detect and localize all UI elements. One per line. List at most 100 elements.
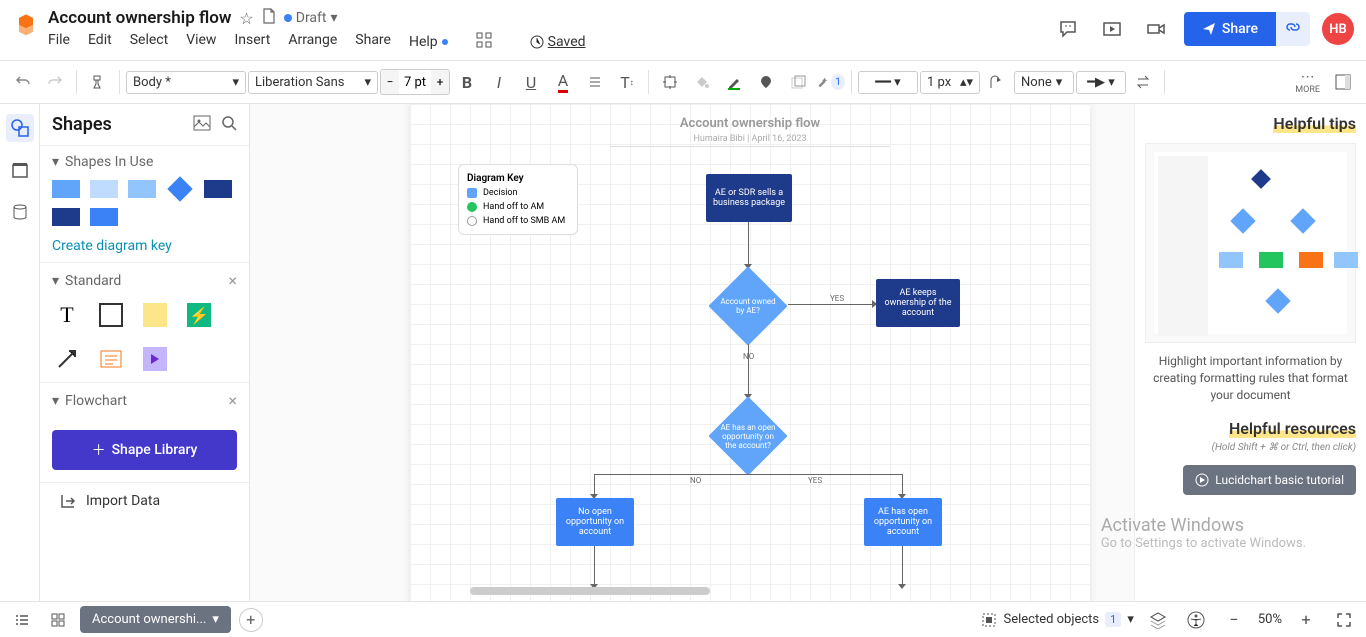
share-button[interactable]: Share	[1184, 12, 1276, 46]
font-size-control[interactable]: − +	[380, 69, 450, 95]
undo-button[interactable]	[8, 67, 38, 97]
fullscreen-icon[interactable]	[1330, 606, 1358, 634]
magic-button[interactable]: 1	[815, 67, 845, 97]
horizontal-scrollbar[interactable]	[470, 587, 710, 595]
flow-node-no-opp[interactable]: No open opportunity on account	[556, 498, 634, 546]
text-color-button[interactable]: A	[548, 67, 578, 97]
zoom-out-button[interactable]: −	[1220, 606, 1248, 634]
accessibility-icon[interactable]	[1182, 606, 1210, 634]
arrow-shape[interactable]	[52, 344, 82, 374]
note-shape[interactable]	[140, 300, 170, 330]
close-icon[interactable]: ×	[228, 271, 237, 290]
action-shape[interactable]: ⚡	[184, 300, 214, 330]
container-rail-icon[interactable]	[6, 156, 34, 184]
video-icon[interactable]	[1140, 13, 1172, 45]
italic-button[interactable]: I	[484, 67, 514, 97]
shadow-button[interactable]	[751, 67, 781, 97]
menu-view[interactable]: View	[186, 32, 216, 52]
shape-library-button[interactable]: ＋ Shape Library	[52, 430, 237, 470]
effects-button[interactable]	[783, 67, 813, 97]
selected-objects[interactable]: Selected objects 1 ▾	[981, 612, 1133, 628]
shape-swatch[interactable]	[204, 180, 232, 198]
swap-button[interactable]	[1128, 67, 1158, 97]
resources-heading: Helpful resources	[1145, 419, 1356, 438]
font-size-input[interactable]	[399, 75, 431, 90]
shapes-in-use-header[interactable]: ▾ Shapes In Use	[52, 154, 237, 170]
move-button[interactable]	[655, 67, 685, 97]
flow-node-start[interactable]: AE or SDR sells a business package	[706, 174, 792, 222]
font-size-increase[interactable]: +	[431, 70, 449, 94]
shape-swatch[interactable]	[128, 180, 156, 198]
shape-swatch[interactable]	[90, 180, 118, 198]
present-icon[interactable]	[1096, 13, 1128, 45]
flow-node-has-opp[interactable]: AE has open opportunity on account	[864, 498, 942, 546]
arrow-end-select[interactable]: ━▶ ▾	[1076, 71, 1126, 94]
tips-thumbnail[interactable]	[1145, 143, 1356, 343]
menu-select[interactable]: Select	[130, 32, 168, 52]
line-width-select[interactable]: 1 px ▴▾	[920, 71, 980, 94]
close-icon[interactable]: ×	[228, 391, 237, 410]
style-select[interactable]: Body *▾	[126, 71, 246, 94]
border-color-button[interactable]	[719, 67, 749, 97]
add-page-button[interactable]: +	[239, 608, 263, 632]
page-tab[interactable]: Account ownershi... ▾	[80, 606, 231, 633]
font-select[interactable]: Liberation Sans▾	[248, 71, 378, 94]
align-button[interactable]	[580, 67, 610, 97]
underline-button[interactable]: U	[516, 67, 546, 97]
text-options-button[interactable]: T↕	[612, 67, 642, 97]
shape-swatch-diamond[interactable]	[167, 176, 192, 201]
format-painter-button[interactable]	[83, 67, 113, 97]
diagram-key-box[interactable]: Diagram Key Decision Hand off to AM Hand…	[458, 164, 578, 235]
fill-button[interactable]	[687, 67, 717, 97]
menu-edit[interactable]: Edit	[88, 32, 112, 52]
layers-icon[interactable]	[1144, 606, 1172, 634]
menu-arrange[interactable]: Arrange	[288, 32, 337, 52]
saved-status[interactable]: Saved	[530, 32, 586, 52]
star-icon[interactable]: ☆	[239, 9, 253, 28]
play-shape[interactable]	[140, 344, 170, 374]
rect-shape[interactable]	[96, 300, 126, 330]
tutorial-button[interactable]: Lucidchart basic tutorial	[1183, 465, 1356, 495]
search-icon[interactable]	[221, 115, 237, 135]
bold-button[interactable]: B	[452, 67, 482, 97]
more-button[interactable]: ⋯MORE	[1295, 69, 1320, 95]
data-rail-icon[interactable]	[6, 198, 34, 226]
share-link-button[interactable]	[1276, 12, 1310, 46]
canvas-page[interactable]: Account ownership flow Humaira Bibi | Ap…	[410, 104, 1090, 601]
flow-decision-1[interactable]: Account owned by AE?	[708, 266, 788, 346]
text-shape[interactable]: T	[52, 300, 82, 330]
menu-share[interactable]: Share	[355, 32, 391, 52]
draft-status[interactable]: Draft ▾	[284, 10, 338, 26]
image-icon[interactable]	[193, 115, 211, 135]
canvas-area[interactable]: Account ownership flow Humaira Bibi | Ap…	[250, 104, 1134, 601]
import-data-button[interactable]: Import Data	[40, 482, 249, 519]
standard-header[interactable]: ▾ Standard×	[52, 271, 237, 290]
list-shape[interactable]	[96, 344, 126, 374]
redo-button[interactable]	[40, 67, 70, 97]
list-view-icon[interactable]	[8, 606, 36, 634]
shape-swatch[interactable]	[52, 208, 80, 226]
line-jump-button[interactable]	[982, 67, 1012, 97]
line-style-select[interactable]: ━━ ▾	[858, 71, 918, 94]
menu-insert[interactable]: Insert	[234, 32, 270, 52]
shape-swatch[interactable]	[90, 208, 118, 226]
shapes-rail-icon[interactable]	[6, 114, 34, 142]
grid-view-icon[interactable]	[44, 606, 72, 634]
shape-swatch[interactable]	[52, 180, 80, 198]
flowchart-header[interactable]: ▾ Flowchart×	[52, 391, 237, 410]
menu-file[interactable]: File	[48, 32, 70, 52]
comments-icon[interactable]	[1052, 13, 1084, 45]
zoom-in-button[interactable]: +	[1292, 606, 1320, 634]
document-title[interactable]: Account ownership flow	[48, 8, 231, 28]
extensions-icon[interactable]	[476, 32, 492, 52]
menu-help[interactable]: Help	[409, 32, 448, 52]
document-icon[interactable]	[262, 8, 276, 28]
user-avatar[interactable]: HB	[1322, 13, 1354, 45]
font-size-decrease[interactable]: −	[381, 70, 399, 94]
flow-decision-2[interactable]: AE has an open opportunity on the accoun…	[708, 396, 788, 476]
arrow-start-select[interactable]: None ▾	[1014, 71, 1074, 94]
zoom-level[interactable]: 50%	[1258, 612, 1282, 627]
flow-node-keeps[interactable]: AE keeps ownership of the account	[876, 279, 960, 327]
panel-toggle-button[interactable]	[1328, 67, 1358, 97]
create-diagram-key-link[interactable]: Create diagram key	[52, 238, 237, 254]
